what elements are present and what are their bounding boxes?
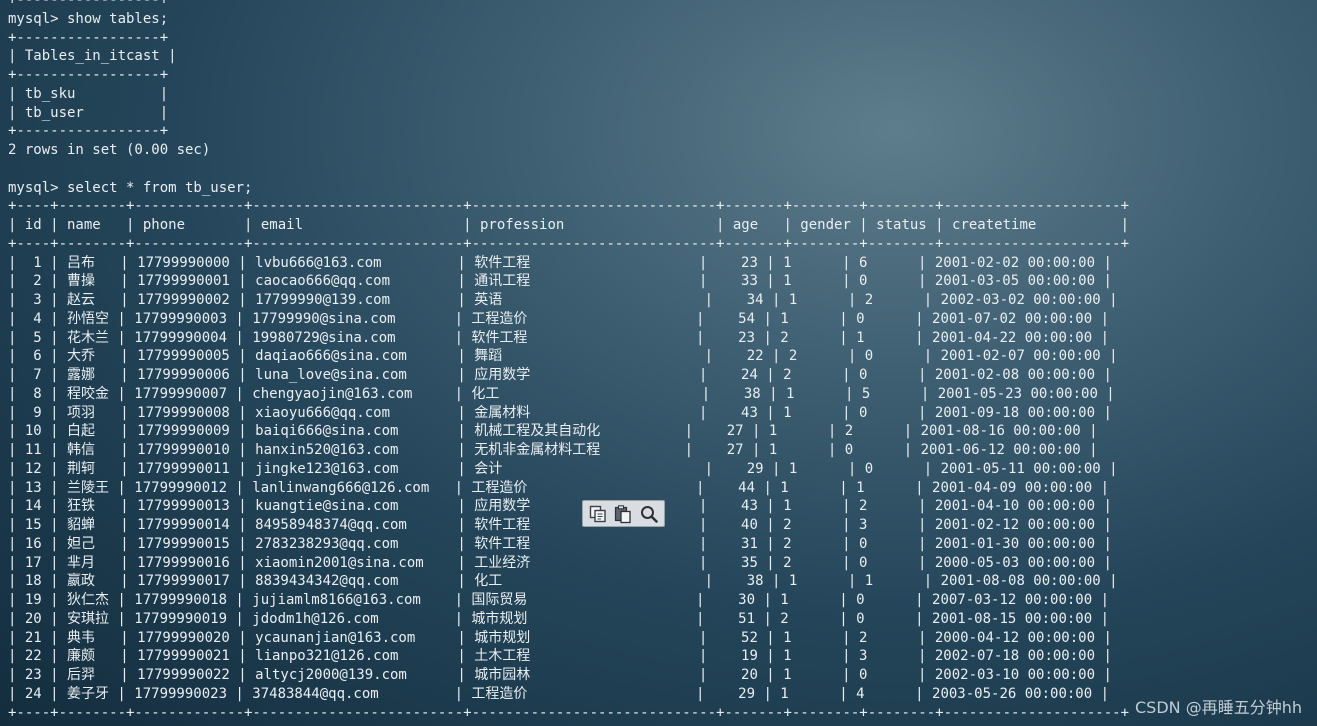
- paste-icon: [615, 504, 632, 523]
- copy-icon: [589, 505, 606, 522]
- paste-button[interactable]: [611, 503, 635, 525]
- terminal-line: +-----------------+: [8, 29, 169, 46]
- terminal-line: +----+--------+-------------+-----------…: [8, 198, 1130, 215]
- terminal-line: | 12 | 荆轲 | 17799990011 | jingke123@163.…: [8, 460, 1118, 477]
- terminal-line: | 8 | 程咬金 | 17799990007 | chengyaojin@16…: [8, 385, 1115, 402]
- terminal-line: | 19 | 狄仁杰 | 17799990018 | jujiamlm8166@…: [8, 592, 1110, 608]
- terminal-line: +----+--------+-------------+-----------…: [8, 235, 1130, 252]
- terminal-line: | 18 | 嬴政 | 17799990017 | 8839434342@qq.…: [8, 573, 1118, 590]
- terminal-line: | 10 | 白起 | 17799990009 | baiqi666@sina.…: [8, 423, 1098, 440]
- terminal-line: | 17 | 芈月 | 17799990016 | xiaomin2001@si…: [8, 554, 1112, 571]
- terminal-line: +----+--------+-------------+-----------…: [8, 704, 1130, 721]
- terminal-line: | 24 | 姜子牙 | 17799990023 | 37483844@qq.c…: [8, 685, 1110, 702]
- terminal-line: | 7 | 露娜 | 17799990006 | luna_love@sina.…: [8, 367, 1112, 383]
- terminal-line: | 21 | 典韦 | 17799990020 | ycaunanjian@16…: [8, 629, 1112, 646]
- terminal-line: | tb_user |: [8, 104, 169, 121]
- terminal-line: +-----------------+: [8, 0, 169, 8]
- terminal-line: | 5 | 花木兰 | 17799990004 | 19980729@sina.…: [8, 329, 1110, 346]
- terminal-line: | 23 | 后羿 | 17799990022 | altycj2000@139…: [8, 667, 1112, 683]
- terminal-line: | 13 | 兰陵王 | 17799990012 | lanlinwang666…: [8, 479, 1110, 496]
- watermark: CSDN @再睡五分钟hh: [1135, 698, 1302, 717]
- terminal-output: +-----------------+ mysql> show tables; +-…: [8, 0, 1308, 726]
- terminal-line: | 2 | 曹操 | 17799990001 | caocao666@qq.co…: [8, 273, 1112, 290]
- floating-toolbar: [582, 500, 665, 527]
- terminal-line: | 22 | 廉颇 | 17799990021 | lianpo321@126.…: [8, 648, 1112, 665]
- terminal-line: | 20 | 安琪拉 | 17799990019 | jdodm1h@126.c…: [8, 610, 1110, 627]
- terminal-line: | 11 | 韩信 | 17799990010 | hanxin520@163.…: [8, 442, 1098, 458]
- terminal-line: | 16 | 妲己 | 17799990015 | 2783238293@qq.…: [8, 535, 1112, 552]
- terminal-line: | Tables_in_itcast |: [8, 48, 177, 65]
- terminal-line: | 1 | 吕布 | 17799990000 | lvbu666@163.com…: [8, 254, 1112, 271]
- terminal-line: | 6 | 大乔 | 17799990005 | daqiao666@sina.…: [8, 348, 1118, 365]
- terminal-line: | id | name | phone | email | profession…: [8, 217, 1130, 233]
- terminal-line: | 4 | 孙悟空 | 17799990003 | 17799990@sina.…: [8, 310, 1110, 327]
- search-icon: [641, 505, 658, 523]
- copy-button[interactable]: [586, 503, 610, 525]
- terminal-line: mysql> show tables;: [8, 10, 169, 27]
- terminal-line: +-----------------+: [8, 123, 169, 140]
- terminal-line: | 9 | 项羽 | 17799990008 | xiaoyu666@qq.co…: [8, 404, 1112, 421]
- terminal-line: | tb_sku |: [8, 85, 169, 102]
- terminal-line: | 3 | 赵云 | 17799990002 | 17799990@139.co…: [8, 292, 1118, 308]
- search-button[interactable]: [637, 503, 661, 525]
- terminal-line: 2 rows in set (0.00 sec): [8, 142, 211, 158]
- terminal-line: +-----------------+: [8, 67, 169, 83]
- terminal-line: mysql> select * from tb_user;: [8, 179, 253, 196]
